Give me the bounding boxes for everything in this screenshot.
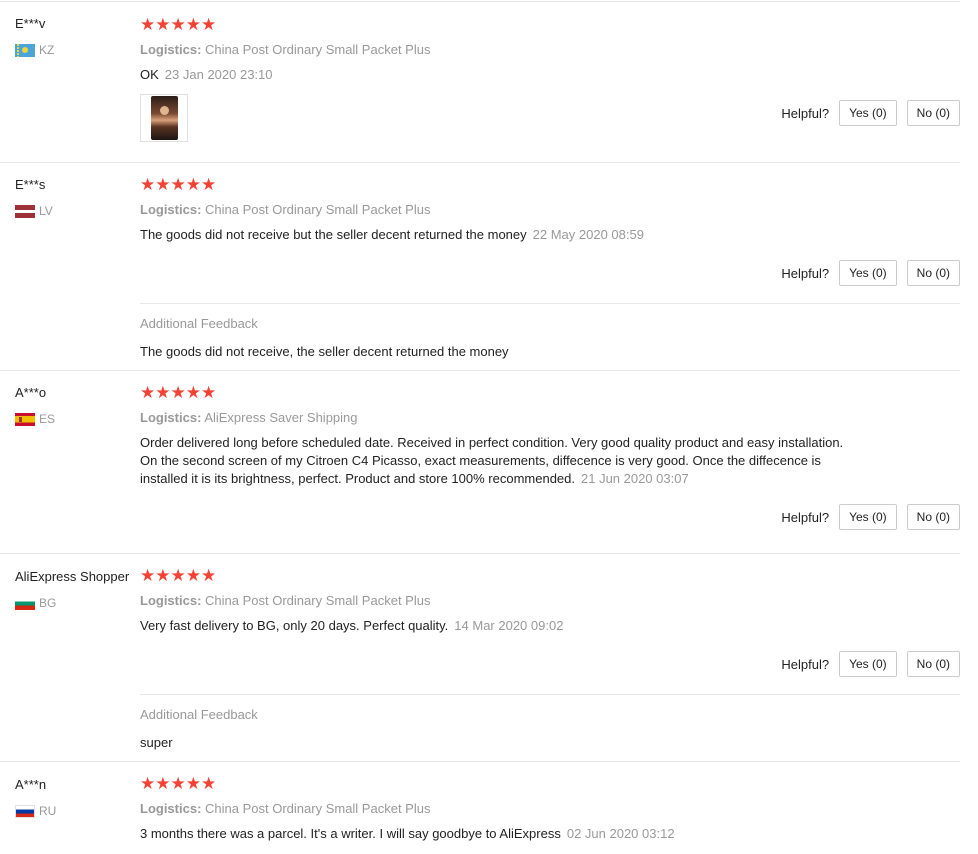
review-body: OK [140,67,159,82]
rating-stars: ★★★★★ [140,383,217,402]
helpful-label: Helpful? [781,265,830,281]
country-code: LV [39,204,53,218]
reviewer-country: RU [15,804,56,818]
reviewer-name: E***v [15,16,46,31]
review-text: Order delivered long before scheduled da… [140,434,860,488]
rating-stars: ★★★★★ [140,774,217,793]
reviewer-country: BG [15,596,56,610]
rating-stars: ★★★★★ [140,175,217,194]
review-divider [0,553,960,554]
review-body: Very fast delivery to BG, only 20 days. … [140,618,449,633]
additional-feedback-divider [140,303,960,304]
review-photo-thumbnail[interactable] [140,94,188,142]
review-text: 3 months there was a parcel. It's a writ… [140,825,860,843]
rating-stars: ★★★★★ [140,566,217,585]
rating-stars: ★★★★★ [140,15,217,34]
helpful-no-button[interactable]: No (0) [906,504,960,530]
top-divider [0,1,960,2]
country-code: BG [39,596,57,610]
logistics-info: Logistics: China Post Ordinary Small Pac… [140,801,430,816]
additional-feedback-title: Additional Feedback [140,316,258,331]
helpful-yes-button[interactable]: Yes (0) [839,260,897,286]
additional-feedback-divider [140,694,960,695]
helpful-label: Helpful? [781,105,830,121]
helpful-no-button[interactable]: No (0) [906,651,960,677]
logistics-info: Logistics: China Post Ordinary Small Pac… [140,593,430,608]
additional-feedback-text: super [140,735,173,750]
additional-feedback-title: Additional Feedback [140,707,258,722]
helpful-yes-button[interactable]: Yes (0) [839,504,897,530]
logistics-method: China Post Ordinary Small Packet Plus [205,202,431,217]
country-code: ES [39,412,56,426]
reviewer-name: A***n [15,777,47,792]
logistics-info: Logistics: China Post Ordinary Small Pac… [140,42,430,57]
review-divider [0,370,960,371]
review-text: Very fast delivery to BG, only 20 days. … [140,617,860,635]
reviewer-name: A***o [15,385,47,400]
review-date: 14 Mar 2020 09:02 [454,618,564,633]
review-date: 21 Jun 2020 03:07 [581,471,689,486]
review-text: OK 23 Jan 2020 23:10 [140,66,860,84]
logistics-info: Logistics: AliExpress Saver Shipping [140,410,358,425]
helpful-vote: Helpful? Yes (0) No (0) [781,651,960,677]
logistics-label: Logistics: [140,801,202,816]
helpful-no-button[interactable]: No (0) [906,100,960,126]
es-flag-icon [15,412,35,426]
helpful-vote: Helpful? Yes (0) No (0) [781,504,960,530]
helpful-label: Helpful? [781,656,830,672]
review-body: 3 months there was a parcel. It's a writ… [140,826,561,841]
logistics-label: Logistics: [140,42,202,57]
logistics-method: China Post Ordinary Small Packet Plus [205,42,431,57]
review-divider [0,162,960,163]
country-code: RU [39,804,57,818]
helpful-no-button[interactable]: No (0) [906,260,960,286]
logistics-label: Logistics: [140,410,202,425]
helpful-yes-button[interactable]: Yes (0) [839,100,897,126]
reviewer-name: E***s [15,177,46,192]
logistics-info: Logistics: China Post Ordinary Small Pac… [140,202,430,217]
country-code: KZ [39,43,55,57]
reviewer-country: LV [15,204,53,218]
helpful-vote: Helpful? Yes (0) No (0) [781,100,960,126]
logistics-method: China Post Ordinary Small Packet Plus [205,801,431,816]
bg-flag-icon [15,596,35,610]
helpful-yes-button[interactable]: Yes (0) [839,651,897,677]
reviewer-country: KZ [15,43,54,57]
reviewer-name: AliExpress Shopper [15,569,130,584]
helpful-label: Helpful? [781,509,830,525]
helpful-vote: Helpful? Yes (0) No (0) [781,260,960,286]
review-divider [0,761,960,762]
logistics-label: Logistics: [140,202,202,217]
reviewer-country: ES [15,412,55,426]
review-photo [150,96,178,140]
review-body: Order delivered long before scheduled da… [140,435,844,486]
logistics-method: AliExpress Saver Shipping [204,410,358,425]
review-date: 23 Jan 2020 23:10 [164,67,273,82]
kz-flag-icon [15,43,35,57]
review-text: The goods did not receive but the seller… [140,226,860,244]
review-date: 02 Jun 2020 03:12 [566,826,675,841]
ru-flag-icon [15,804,35,818]
lv-flag-icon [15,204,35,218]
review-date: 22 May 2020 08:59 [532,227,644,242]
logistics-label: Logistics: [140,593,202,608]
review-body: The goods did not receive but the seller… [140,227,527,242]
additional-feedback-text: The goods did not receive, the seller de… [140,344,509,359]
logistics-method: China Post Ordinary Small Packet Plus [205,593,431,608]
